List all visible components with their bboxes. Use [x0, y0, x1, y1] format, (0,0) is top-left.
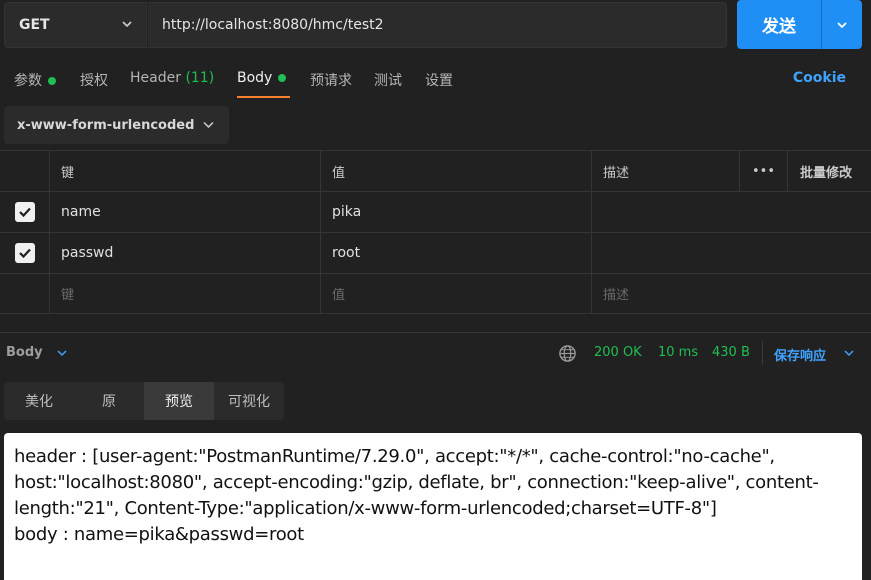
save-response-button[interactable]: 保存响应	[774, 345, 826, 364]
chevron-down-icon	[837, 21, 847, 28]
method-label: GET	[19, 17, 50, 33]
tab-settings[interactable]: 设置	[425, 70, 453, 90]
request-tabs: 参数 授权 Header (11) Body 预请求 测试 设置	[0, 60, 871, 100]
key-input[interactable]: 键	[49, 274, 320, 313]
description-cell[interactable]	[591, 233, 739, 273]
table-header-row: 键 值 描述 ••• 批量修改	[0, 150, 871, 191]
active-tab-indicator	[237, 96, 290, 98]
chevron-down-icon	[203, 121, 214, 129]
chevron-down-icon[interactable]	[843, 347, 855, 359]
table-row-empty: 键 值 描述	[0, 273, 871, 314]
active-dot-icon	[48, 77, 56, 85]
chevron-down-icon	[122, 21, 132, 28]
send-button-group[interactable]: 发送	[737, 0, 862, 49]
column-header-description: 描述	[591, 151, 739, 191]
key-cell[interactable]: name	[49, 192, 320, 232]
table-row: passwd root	[0, 232, 871, 273]
checkmark-icon	[19, 248, 31, 259]
globe-icon[interactable]	[558, 344, 577, 363]
view-raw[interactable]: 原	[74, 382, 144, 420]
response-time[interactable]: 10 ms	[658, 345, 698, 360]
response-size[interactable]: 430 B	[712, 345, 750, 360]
description-cell[interactable]	[591, 192, 739, 232]
more-options-icon[interactable]: •••	[739, 151, 787, 191]
view-pretty[interactable]: 美化	[4, 382, 74, 420]
send-options-button[interactable]	[822, 0, 862, 49]
header-count: (11)	[185, 70, 215, 86]
bulk-edit-button[interactable]: 批量修改	[787, 151, 871, 191]
response-bar: Body 200 OK 10 ms 430 B 保存响应	[0, 332, 871, 372]
row-checkbox[interactable]	[15, 202, 35, 222]
divider	[762, 341, 763, 365]
key-cell[interactable]: passwd	[49, 233, 320, 273]
preview-header-line: header : [user-agent:"PostmanRuntime/7.2…	[14, 446, 819, 519]
active-dot-icon	[278, 74, 287, 82]
preview-body-line: body : name=pika&passwd=root	[14, 524, 304, 545]
row-checkbox[interactable]	[15, 243, 35, 263]
tab-auth[interactable]: 授权	[80, 70, 108, 90]
response-preview: header : [user-agent:"PostmanRuntime/7.2…	[4, 433, 862, 580]
value-cell[interactable]: root	[320, 233, 591, 273]
cookie-link[interactable]: Cookie	[793, 70, 846, 86]
status-code[interactable]: 200 OK	[594, 345, 642, 360]
tab-params[interactable]: 参数	[14, 70, 56, 90]
view-visualize[interactable]: 可视化	[214, 382, 284, 420]
method-select[interactable]: GET	[4, 2, 147, 48]
url-text: http://localhost:8080/hmc/test2	[162, 17, 384, 33]
response-view-tabs: 美化 原 预览 可视化	[4, 382, 284, 420]
response-section-select[interactable]: Body	[6, 345, 43, 360]
column-header-key: 键	[49, 151, 320, 191]
url-input[interactable]: http://localhost:8080/hmc/test2	[148, 2, 727, 48]
body-type-label: x-www-form-urlencoded	[17, 117, 195, 133]
chevron-down-icon[interactable]	[56, 347, 68, 359]
checkmark-icon	[19, 207, 31, 218]
params-table: 键 值 描述 ••• 批量修改 name pika passwd root 键 …	[0, 150, 871, 314]
tab-headers[interactable]: Header (11)	[130, 70, 214, 86]
table-row: name pika	[0, 191, 871, 232]
send-button[interactable]: 发送	[737, 0, 822, 49]
description-input[interactable]: 描述	[591, 274, 739, 313]
column-header-value: 值	[320, 151, 591, 191]
value-cell[interactable]: pika	[320, 192, 591, 232]
tab-tests[interactable]: 测试	[374, 70, 402, 90]
body-type-select[interactable]: x-www-form-urlencoded	[4, 106, 229, 144]
view-preview[interactable]: 预览	[144, 382, 214, 420]
value-input[interactable]: 值	[320, 274, 591, 313]
tab-pre-request[interactable]: 预请求	[310, 70, 352, 90]
tab-body[interactable]: Body	[237, 70, 287, 86]
